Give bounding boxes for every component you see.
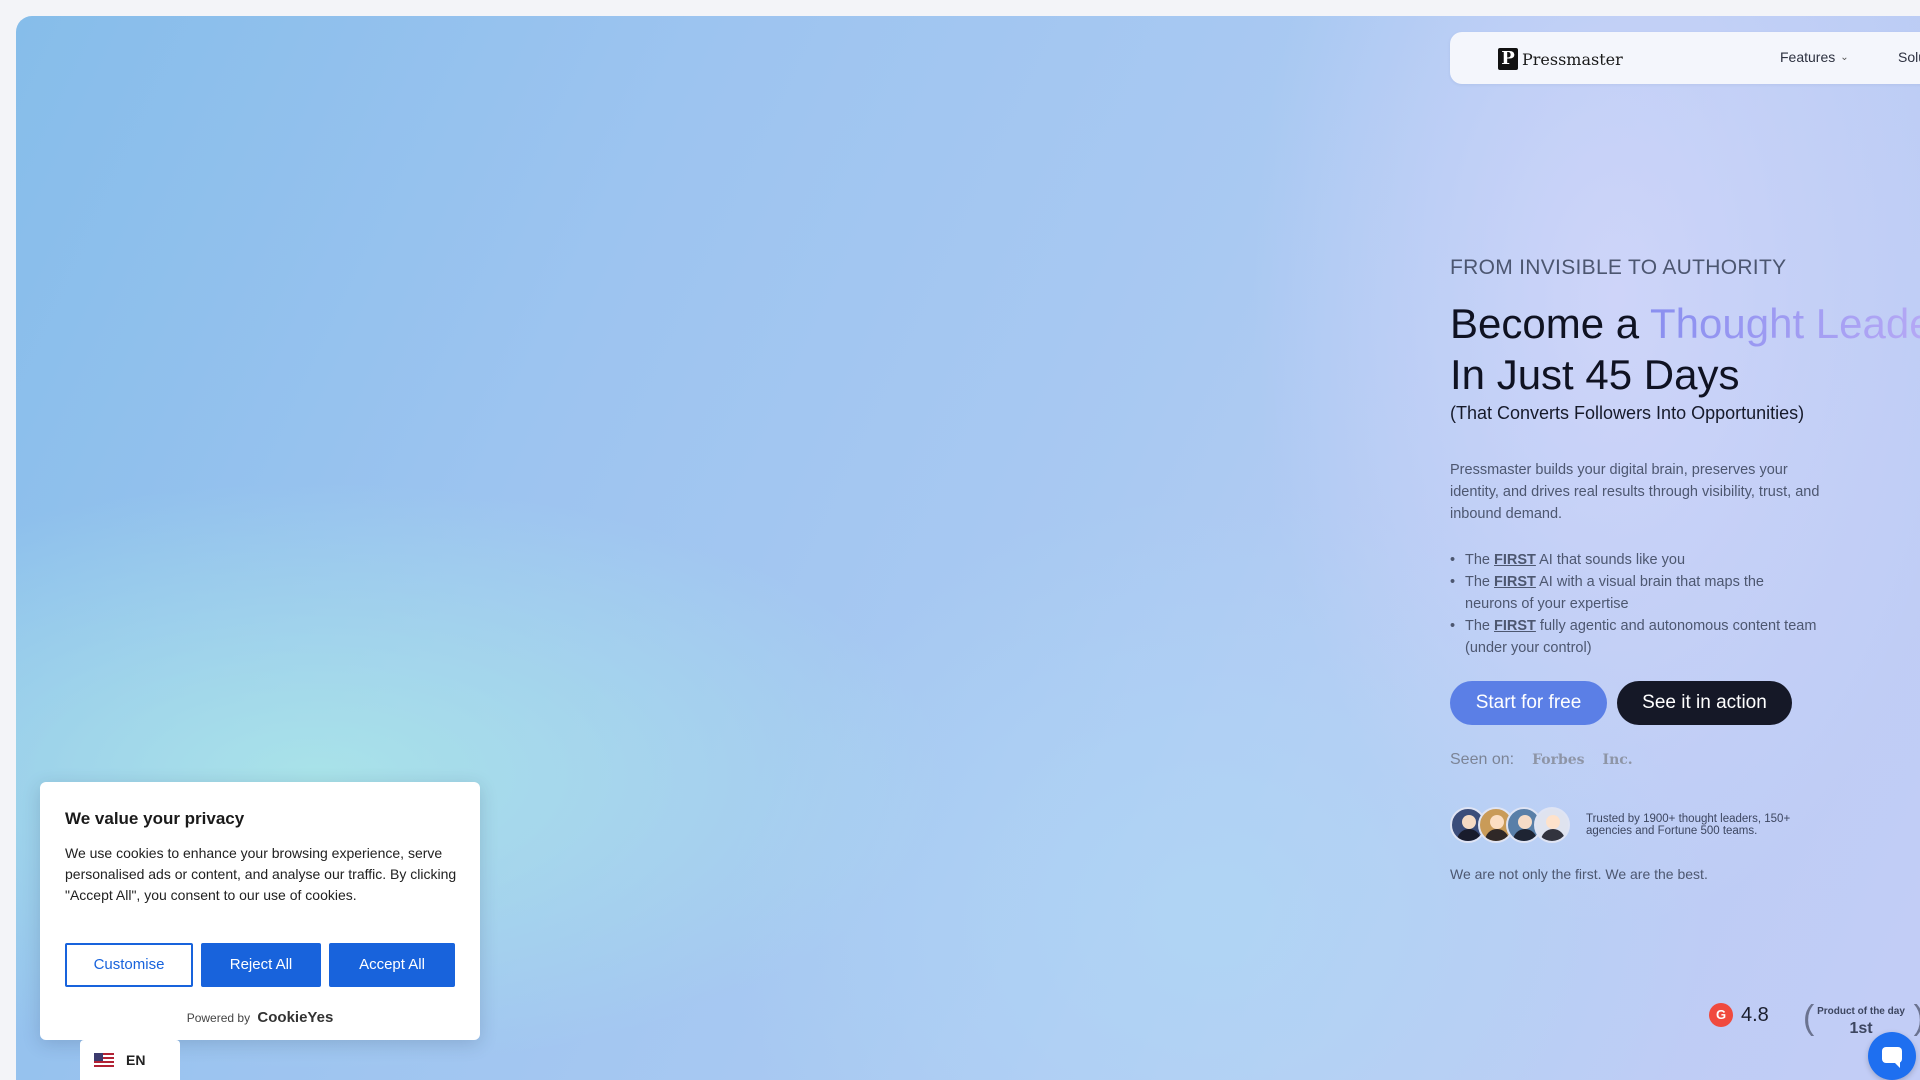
logo-text: Pressmaster (1522, 49, 1623, 69)
feature-list: The FIRST AI that sounds like you The FI… (1450, 549, 1820, 659)
g2-icon: G (1709, 1003, 1733, 1027)
chat-icon (1882, 1047, 1902, 1068)
logo-mark: P (1498, 48, 1518, 70)
trust-row: Trusted by 1900+ thought leaders, 150+ a… (1450, 807, 1791, 843)
avatar (1534, 807, 1570, 843)
reject-all-button[interactable]: Reject All (201, 943, 321, 987)
see-in-action-button[interactable]: See it in action (1617, 681, 1792, 725)
cookie-banner: We value your privacy We use cookies to … (40, 782, 480, 1040)
logo[interactable]: P Pressmaster (1498, 48, 1623, 70)
feature-item: The FIRST AI that sounds like you (1450, 549, 1820, 571)
chat-button[interactable] (1868, 1032, 1916, 1080)
hero-description: Pressmaster builds your digital brain, p… (1450, 462, 1820, 522)
hero-title-prefix: Become a (1450, 300, 1651, 347)
chevron-down-icon: ⌄ (1840, 51, 1849, 63)
g2-score: 4.8 (1741, 1003, 1769, 1026)
accept-all-button[interactable]: Accept All (329, 943, 455, 987)
trusted-text: Trusted by 1900+ thought leaders, 150+ a… (1586, 813, 1791, 837)
seen-on: Seen on: Forbes Inc. (1450, 751, 1633, 769)
powered-by: Powered by CookieYes (40, 1009, 480, 1026)
customise-button[interactable]: Customise (65, 943, 193, 987)
forbes-logo: Forbes (1532, 752, 1585, 768)
pod-label: Product of the day (1817, 1006, 1905, 1017)
language-switcher[interactable]: EN (80, 1040, 180, 1080)
inc-logo: Inc. (1602, 752, 1633, 768)
g2-rating: G 4.8 (1709, 1003, 1769, 1027)
seen-on-label: Seen on: (1450, 751, 1515, 768)
hero-title-line2: In Just 45 Days (1450, 351, 1740, 398)
feature-item: The FIRST fully agentic and autonomous c… (1450, 615, 1820, 659)
nav-features[interactable]: Features ⌄ (1780, 49, 1849, 65)
feature-item: The FIRST AI with a visual brain that ma… (1450, 571, 1820, 615)
us-flag-icon (94, 1053, 114, 1067)
start-free-button[interactable]: Start for free (1450, 681, 1607, 725)
hero-title: Become a Thought Leade In Just 45 Days (1450, 298, 1920, 400)
nav-solutions[interactable]: Soluti (1898, 49, 1920, 65)
nav-solutions-label: Soluti (1898, 49, 1920, 65)
language-code: EN (126, 1052, 146, 1068)
hero-eyebrow: FROM INVISIBLE TO AUTHORITY (1450, 256, 1787, 279)
cookieyes-logo[interactable]: CookieYes (257, 1009, 333, 1026)
top-nav: P Pressmaster Features ⌄ Soluti (1450, 32, 1920, 84)
powered-by-label: Powered by (186, 1011, 251, 1025)
cookie-title: We value your privacy (65, 809, 245, 828)
hero-subhead: (That Converts Followers Into Opportunit… (1450, 403, 1805, 423)
nav-features-label: Features (1780, 49, 1836, 65)
avatar-group (1450, 807, 1570, 843)
cookie-text: We use cookies to enhance your browsing … (65, 845, 457, 903)
tagline: We are not only the first. We are the be… (1450, 866, 1708, 882)
hero-title-highlight: Thought Leade (1650, 300, 1920, 347)
